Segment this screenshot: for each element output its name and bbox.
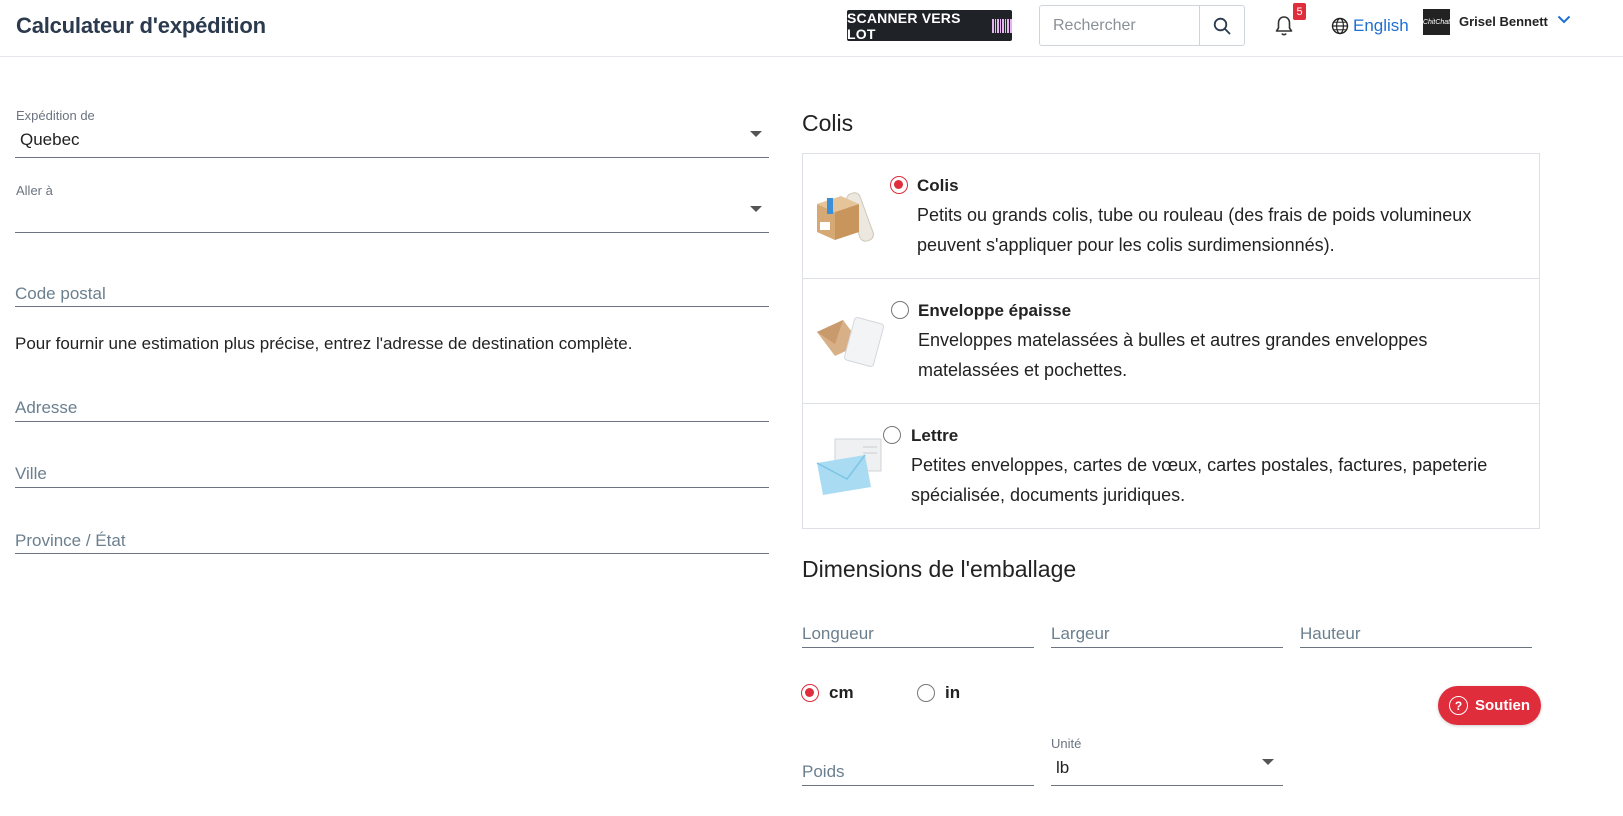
length-field[interactable]: Longueur bbox=[802, 622, 1034, 648]
barcode-icon bbox=[992, 18, 1012, 33]
chevron-down-icon bbox=[1557, 15, 1571, 24]
notification-count-badge: 5 bbox=[1293, 3, 1306, 20]
postal-code-placeholder: Code postal bbox=[15, 284, 106, 303]
support-button[interactable]: ? Soutien bbox=[1438, 686, 1541, 725]
help-icon: ? bbox=[1449, 696, 1468, 715]
width-placeholder: Largeur bbox=[1051, 624, 1110, 643]
cm-label: cm bbox=[829, 683, 854, 702]
postal-code-field[interactable]: Code postal bbox=[15, 280, 769, 307]
package-section-title: Colis bbox=[802, 110, 854, 136]
province-field[interactable]: Province / État bbox=[15, 526, 769, 554]
in-label: in bbox=[945, 683, 961, 702]
width-field[interactable]: Largeur bbox=[1051, 622, 1283, 648]
search-box bbox=[1039, 5, 1245, 46]
colis-title: Colis bbox=[917, 176, 959, 195]
letter-description: Petites enveloppes, cartes de vœux, cart… bbox=[911, 455, 1488, 505]
parcel-box-icon bbox=[817, 192, 874, 242]
length-placeholder: Longueur bbox=[802, 624, 874, 643]
package-option-thick-envelope[interactable]: Enveloppe épaisse Enveloppes matelassées… bbox=[803, 279, 1539, 404]
thick-envelope-radio[interactable] bbox=[891, 301, 909, 319]
city-field[interactable]: Ville bbox=[15, 460, 769, 488]
weight-unit-caret-icon bbox=[1262, 759, 1274, 765]
address-info-text: Pour fournir une estimation plus précise… bbox=[15, 334, 633, 353]
user-name: Grisel Bennett bbox=[1459, 14, 1548, 29]
weight-unit-label: Unité bbox=[1051, 736, 1082, 751]
language-switcher[interactable]: English bbox=[1331, 16, 1409, 36]
height-field[interactable]: Hauteur bbox=[1300, 622, 1532, 648]
page-title: Calculateur d'expédition bbox=[16, 13, 266, 38]
package-type-options: Colis Petits ou grands colis, tube ou ro… bbox=[802, 153, 1540, 529]
globe-icon bbox=[1331, 17, 1349, 35]
letter-envelope-icon bbox=[816, 438, 882, 495]
address-field[interactable]: Adresse bbox=[15, 394, 769, 422]
from-label: Expédition de bbox=[16, 108, 95, 123]
search-input[interactable] bbox=[1040, 6, 1199, 45]
user-menu[interactable]: ChitChat Grisel Bennett bbox=[1423, 9, 1571, 35]
height-placeholder: Hauteur bbox=[1300, 624, 1361, 643]
to-label: Aller à bbox=[16, 183, 53, 198]
package-option-colis[interactable]: Colis Petits ou grands colis, tube ou ro… bbox=[803, 154, 1539, 279]
from-dropdown-caret-icon bbox=[750, 131, 762, 137]
letter-radio[interactable] bbox=[883, 426, 901, 444]
top-header: Calculateur d'expédition SCANNER VERS LO… bbox=[0, 0, 1623, 57]
from-value: Quebec bbox=[20, 130, 80, 149]
province-placeholder: Province / État bbox=[15, 531, 126, 550]
avatar: ChitChat bbox=[1423, 9, 1450, 35]
support-label: Soutien bbox=[1475, 697, 1530, 714]
search-icon bbox=[1213, 17, 1231, 34]
weight-field[interactable]: Poids bbox=[802, 760, 1034, 786]
weight-unit-select[interactable]: Unité lb bbox=[1051, 734, 1283, 786]
city-placeholder: Ville bbox=[15, 464, 47, 483]
scan-to-batch-button[interactable]: SCANNER VERS LOT bbox=[847, 9, 1012, 42]
package-option-letter[interactable]: Lettre Petites enveloppes, cartes de vœu… bbox=[803, 404, 1539, 529]
padded-envelope-icon bbox=[817, 317, 885, 367]
letter-title: Lettre bbox=[911, 426, 959, 445]
weight-unit-value: lb bbox=[1056, 758, 1070, 777]
dimensions-section-title: Dimensions de l'emballage bbox=[802, 556, 1077, 582]
unit-in-option[interactable]: in bbox=[917, 683, 960, 703]
scan-button-label: SCANNER VERS LOT bbox=[847, 9, 961, 42]
thick-envelope-description: Enveloppes matelassées à bulles et autre… bbox=[918, 330, 1428, 380]
weight-placeholder: Poids bbox=[802, 762, 845, 781]
colis-description: Petits ou grands colis, tube ou rouleau … bbox=[917, 205, 1472, 255]
unit-cm-option[interactable]: cm bbox=[801, 683, 854, 703]
search-button[interactable] bbox=[1199, 6, 1244, 45]
language-label: English bbox=[1353, 16, 1409, 35]
colis-radio[interactable] bbox=[890, 176, 908, 194]
address-placeholder: Adresse bbox=[15, 398, 78, 417]
to-dropdown-caret-icon bbox=[750, 206, 762, 212]
cm-radio[interactable] bbox=[801, 684, 819, 702]
thick-envelope-title: Enveloppe épaisse bbox=[918, 301, 1072, 320]
from-select[interactable]: Expédition de Quebec bbox=[15, 105, 769, 158]
in-radio[interactable] bbox=[917, 684, 935, 702]
to-select[interactable]: Aller à bbox=[15, 180, 769, 233]
